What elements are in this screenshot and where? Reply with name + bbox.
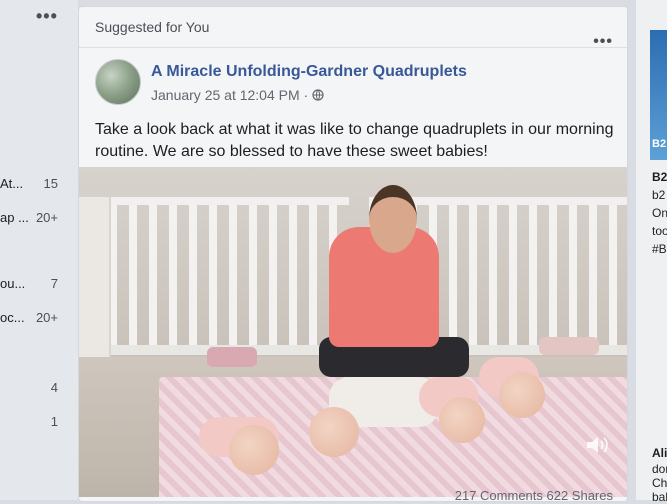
ad-title[interactable]: Ali <box>652 446 667 460</box>
page-avatar[interactable] <box>95 59 141 105</box>
ad-text-line: On <box>652 206 667 220</box>
sidebar-item-label: At... <box>0 176 24 191</box>
sponsored-ad-image[interactable]: B2 <box>650 30 667 160</box>
sidebar-item-count: 4 <box>50 380 58 395</box>
sidebar-item-count: 1 <box>50 414 58 429</box>
video-scene-baby <box>499 372 545 418</box>
sidebar-item-label: ou... <box>0 276 26 291</box>
video-scene-clothes <box>539 337 599 355</box>
video-scene-person <box>369 185 417 253</box>
post-video[interactable] <box>79 167 627 497</box>
post-text: Take a look back at what it was like to … <box>95 121 614 160</box>
video-scene-crib <box>109 197 349 355</box>
sidebar-item-count: 15 <box>43 176 58 191</box>
page-name-link[interactable]: A Miracle Unfolding-Gardner Quadruplets <box>151 63 467 81</box>
sidebar-item-count: 20+ <box>35 210 58 225</box>
post-engagement-stats[interactable]: 217 Comments 622 Shares <box>455 488 613 503</box>
header-divider <box>79 47 627 48</box>
volume-icon[interactable] <box>585 435 609 455</box>
ad-text-line: too <box>652 224 667 238</box>
video-scene-baby <box>439 397 485 443</box>
more-options-icon[interactable]: ••• <box>36 6 58 27</box>
ad-text-line: b2 <box>652 188 666 202</box>
ad-text-line: Ch <box>652 476 667 490</box>
suggested-post-card: Suggested for You ••• A Miracle Unfoldin… <box>78 6 628 503</box>
ad-text-line: dor <box>652 462 667 476</box>
post-menu-icon[interactable]: ••• <box>593 33 613 51</box>
sidebar-item-count: 7 <box>50 276 58 291</box>
sidebar-item-count: 20+ <box>35 310 58 325</box>
ad-text-line: bal <box>652 490 667 504</box>
video-scene-clothes <box>207 347 257 367</box>
ad-text-line: #B <box>652 242 667 256</box>
sidebar-item-label: oc... <box>0 310 25 325</box>
sidebar-item-label: ap ... <box>0 210 29 225</box>
section-header: Suggested for You <box>95 19 210 35</box>
globe-icon <box>312 89 324 101</box>
post-meta: January 25 at 12:04 PM · <box>151 87 324 103</box>
post-timestamp[interactable]: January 25 at 12:04 PM <box>151 87 300 103</box>
ad-title[interactable]: B2 <box>652 170 667 184</box>
video-scene-baby <box>309 407 359 457</box>
video-scene-baby <box>229 425 279 475</box>
left-sidebar: ••• At... 15 ap ... 20+ ou... 7 oc... 20… <box>0 0 78 500</box>
ad-image-text: B2 <box>652 138 667 150</box>
meta-separator: · <box>303 87 309 103</box>
